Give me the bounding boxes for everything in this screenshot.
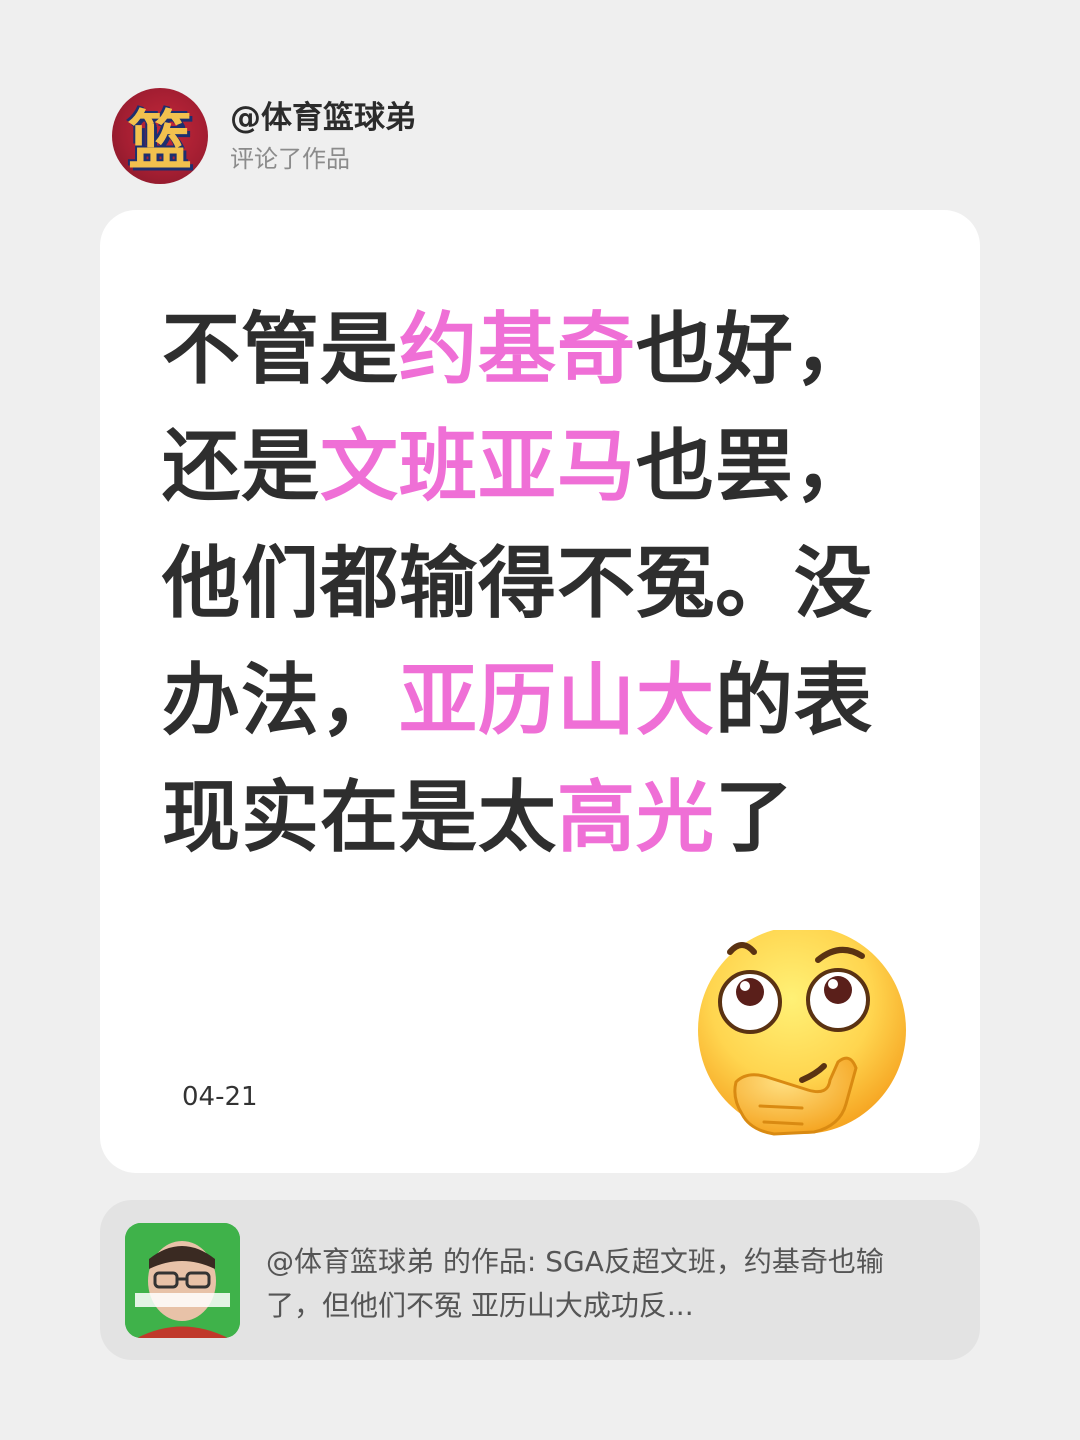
comment-highlight: 约基奇	[399, 305, 637, 395]
linked-post-card[interactable]: @体育篮球弟 的作品: SGA反超文班，约基奇也输了，但他们不冤 亚历山大成功反…	[100, 1200, 980, 1360]
action-label: 评论了作品	[230, 145, 350, 173]
comment-header: 篮 @体育篮球弟 评论了作品	[112, 88, 416, 184]
header-text: @体育篮球弟 评论了作品	[230, 98, 416, 174]
comment-highlight: 高光	[557, 773, 716, 863]
comment-segment: 了	[715, 773, 795, 863]
thinking-face-icon	[698, 930, 906, 1136]
username[interactable]: @体育篮球弟	[230, 98, 416, 138]
comment-segment: 不管是	[162, 305, 400, 395]
avatar-logo: 篮	[128, 105, 192, 179]
video-thumbnail[interactable]	[125, 1223, 240, 1338]
user-avatar[interactable]: 篮	[112, 88, 208, 184]
comment-highlight: 文班亚马	[320, 422, 637, 512]
comment-text: 不管是约基奇也好，还是文班亚马也罢，他们都输得不冤。没办法，亚历山大的表现实在是…	[162, 292, 932, 877]
linked-post-title: @体育篮球弟 的作品: SGA反超文班，约基奇也输了，但他们不冤 亚历山大成功反…	[266, 1245, 884, 1322]
comment-card: 不管是约基奇也好，还是文班亚马也罢，他们都输得不冤。没办法，亚历山大的表现实在是…	[100, 210, 980, 1173]
comment-highlight: 亚历山大	[399, 656, 716, 746]
comment-date: 04-21	[182, 1082, 258, 1112]
